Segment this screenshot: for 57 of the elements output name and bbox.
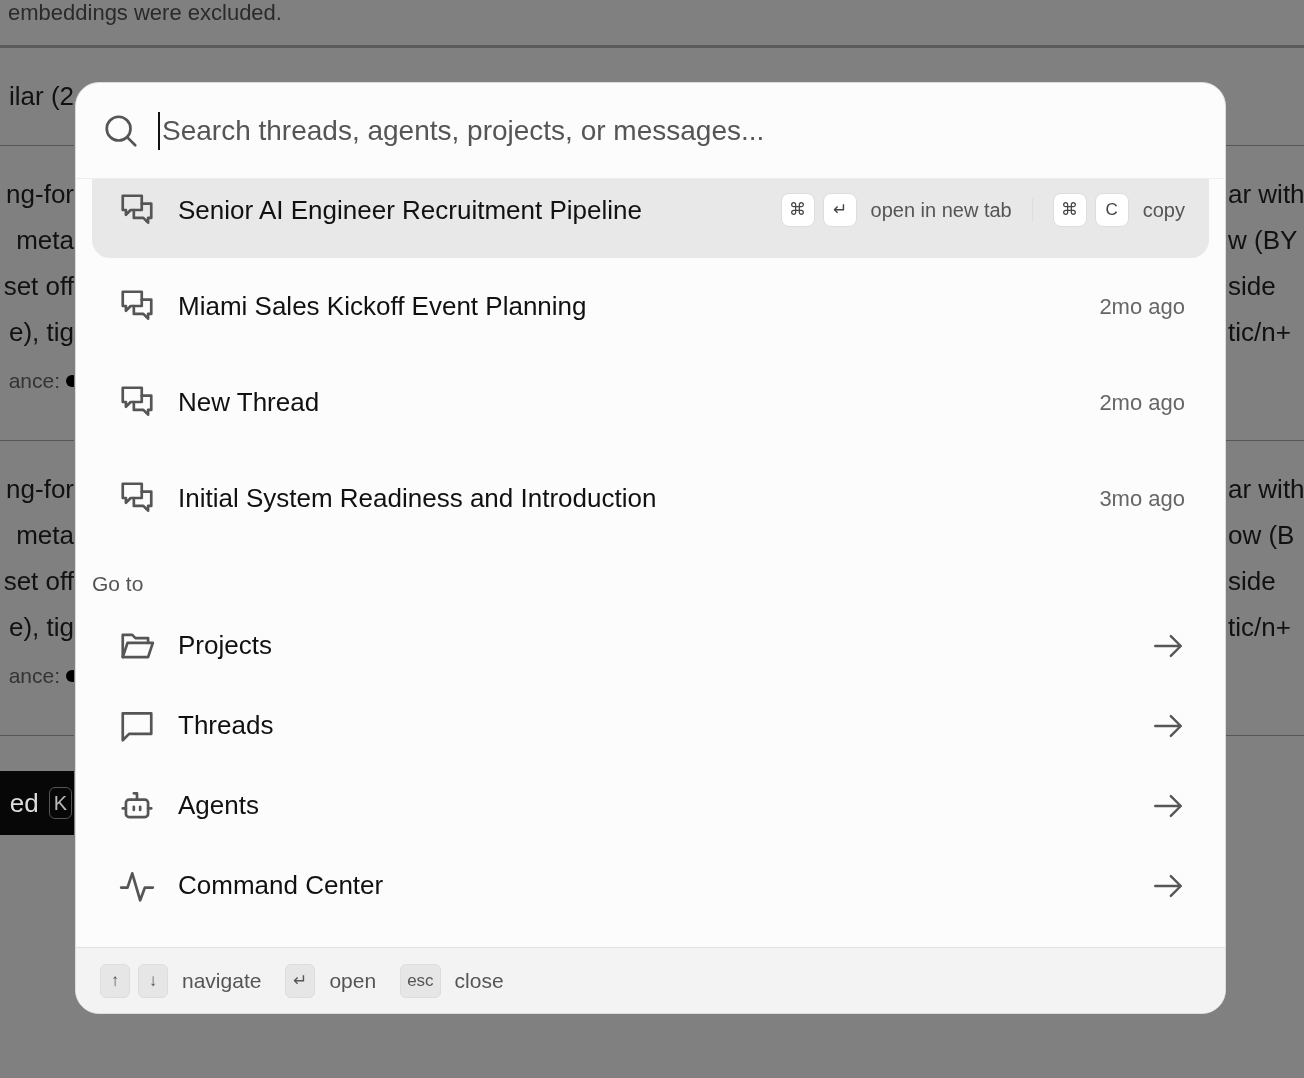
- meta-label: ance:: [8, 663, 60, 690]
- body-text: side: [1227, 565, 1277, 598]
- body-text: ng-for: [5, 473, 74, 506]
- section-heading: ilar (2: [0, 48, 74, 146]
- body-text: w (BY: [1227, 224, 1299, 257]
- action-label: copy: [1142, 198, 1185, 223]
- body-text: set off: [2, 565, 74, 598]
- key-hint: ↓: [138, 963, 168, 998]
- body-text: set off: [2, 270, 74, 303]
- hint-label: navigate: [182, 967, 262, 994]
- body-text: meta: [15, 224, 74, 257]
- thread-title: Senior AI Engineer Recruitment Pipeline: [178, 193, 643, 227]
- action-label: open in new tab: [870, 198, 1012, 223]
- nav-label: Agents: [178, 789, 260, 822]
- body-text: tic/n+: [1227, 611, 1292, 644]
- body-text: ow (B: [1227, 519, 1296, 552]
- body-text: ar with: [1227, 178, 1304, 211]
- nav-item[interactable]: Agents: [92, 765, 1209, 846]
- key-hint: ↑: [100, 963, 130, 998]
- key-hint: esc: [400, 963, 441, 998]
- nav-label: Command Center: [178, 869, 385, 902]
- banner-text: ed: [9, 786, 39, 820]
- key-hint: ↵: [822, 193, 857, 227]
- body-text: tic/n+: [1227, 316, 1292, 349]
- thread-title: Miami Sales Kickoff Event Planning: [178, 289, 588, 323]
- timestamp: 2mo ago: [1099, 292, 1185, 321]
- body-text: side: [1227, 270, 1277, 303]
- thread-title: New Thread: [178, 385, 321, 419]
- key-hint: K: [48, 787, 72, 819]
- meta-label: ance:: [8, 368, 60, 395]
- body-text: e), tig: [7, 611, 74, 644]
- text-cursor: [158, 111, 160, 150]
- hint-label: close: [454, 967, 504, 994]
- key-hint: ⌘: [780, 193, 815, 227]
- body-text: ar with: [1227, 473, 1304, 506]
- thread-item[interactable]: Initial System Readiness and Introduction 3mo ago: [92, 450, 1209, 546]
- nav-label: Projects: [178, 629, 273, 662]
- nav-item[interactable]: Threads: [92, 685, 1209, 766]
- section-label: Go to: [92, 571, 145, 597]
- nav-item[interactable]: Projects: [92, 605, 1209, 686]
- body-text: e), tig: [7, 316, 74, 349]
- thread-item[interactable]: Miami Sales Kickoff Event Planning 2mo ago: [92, 258, 1209, 354]
- timestamp: 3mo ago: [1099, 484, 1185, 513]
- nav-label: Threads: [178, 709, 275, 742]
- body-text: ng-for: [5, 178, 74, 211]
- search-field[interactable]: Search threads, agents, projects, or messages...: [162, 109, 1199, 152]
- thread-item[interactable]: New Thread 2mo ago: [92, 354, 1209, 450]
- timestamp: 2mo ago: [1099, 388, 1185, 417]
- thread-title: Initial System Readiness and Introduction: [178, 481, 658, 515]
- nav-item[interactable]: Command Center: [92, 845, 1209, 926]
- thread-item[interactable]: Senior AI Engineer Recruitment Pipeline ⌘ ↵ open in new tab ⌘ C copy: [92, 179, 1209, 258]
- key-hint: ↵: [285, 963, 316, 998]
- key-hint: ⌘: [1052, 193, 1087, 227]
- body-text: embeddings were excluded.: [8, 0, 282, 27]
- hint-label: open: [329, 967, 377, 994]
- key-hint: C: [1094, 193, 1129, 227]
- body-text: meta: [15, 519, 74, 552]
